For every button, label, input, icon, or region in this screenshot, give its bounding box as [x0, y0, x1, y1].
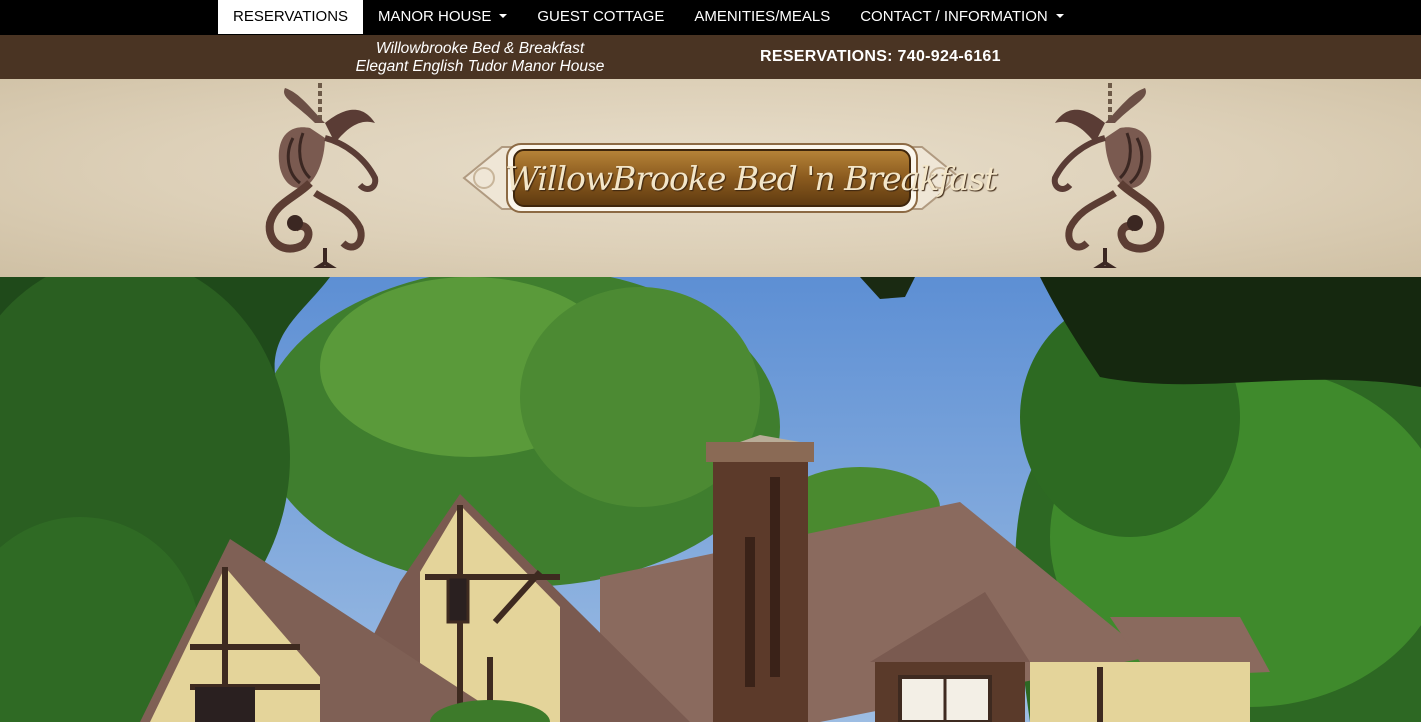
info-bar: Willowbrooke Bed & Breakfast Elegant Eng… — [0, 35, 1421, 79]
top-navigation: RESERVATIONS MANOR HOUSE GUEST COTTAGE A… — [0, 0, 1421, 34]
nav-item-contact-information[interactable]: CONTACT / INFORMATION — [845, 0, 1079, 34]
nav-item-label: GUEST COTTAGE — [537, 8, 665, 25]
nav-item-label: AMENITIES/MEALS — [694, 8, 831, 25]
tagline-line-1: Willowbrooke Bed & Breakfast — [375, 40, 585, 57]
caret-down-icon — [1055, 14, 1064, 18]
tudor-house-photo — [0, 277, 1421, 722]
nav-item-amenities-meals[interactable]: AMENITIES/MEALS — [679, 0, 845, 34]
site-tagline: Willowbrooke Bed & Breakfast Elegant Eng… — [300, 40, 660, 75]
nav-item-manor-house[interactable]: MANOR HOUSE — [363, 0, 522, 34]
nav-item-guest-cottage[interactable]: GUEST COTTAGE — [522, 0, 679, 34]
caret-down-icon — [499, 14, 508, 18]
hero-photo — [0, 277, 1421, 722]
nav-menu: RESERVATIONS MANOR HOUSE GUEST COTTAGE A… — [218, 0, 1079, 34]
griffin-ornament-right-icon — [1051, 83, 1165, 268]
nav-item-label: CONTACT / INFORMATION — [860, 8, 1048, 25]
reservations-phone[interactable]: RESERVATIONS: 740-924-6161 — [760, 48, 1001, 66]
nav-item-label: RESERVATIONS — [233, 8, 349, 25]
nav-item-label: MANOR HOUSE — [378, 8, 492, 25]
logo-text[interactable]: WillowBrooke Bed 'n Breakfast — [505, 159, 997, 199]
griffin-ornament-left-icon — [265, 83, 379, 268]
nav-item-reservations[interactable]: RESERVATIONS — [218, 0, 364, 34]
header-banner: WillowBrooke Bed 'n Breakfast — [0, 79, 1421, 277]
tagline-line-2: Elegant English Tudor Manor House — [355, 57, 605, 75]
